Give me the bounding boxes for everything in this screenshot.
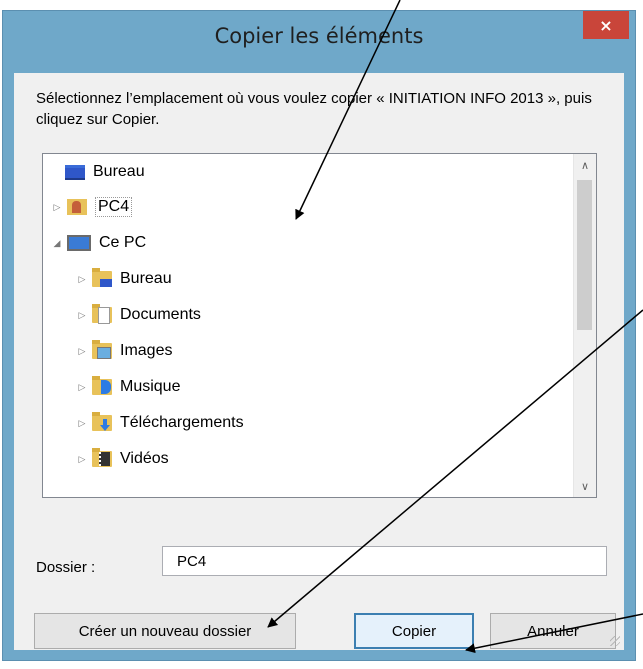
tree-item-images[interactable]: ▷ Images <box>76 337 172 365</box>
scrollbar-thumb[interactable] <box>577 180 592 330</box>
tree-item-label: Musique <box>120 378 181 395</box>
scroll-up-button[interactable]: ∧ <box>574 154 596 176</box>
tree-item-label: PC4 <box>95 197 133 217</box>
tree-item-ce-pc[interactable]: ◢ Ce PC <box>51 229 146 257</box>
dialog-body: Sélectionnez l’emplacement où vous voule… <box>14 73 624 650</box>
tree-item-videos[interactable]: ▷ Vidéos <box>76 445 169 473</box>
close-button[interactable]: × <box>583 11 629 39</box>
tree-item-musique[interactable]: ▷ Musique <box>76 373 180 401</box>
desktop-icon <box>65 164 85 180</box>
expand-arrow-icon[interactable]: ▷ <box>76 382 88 393</box>
title-bar[interactable]: Copier les éléments × <box>3 11 635 71</box>
desktop-folder-icon <box>92 268 112 287</box>
pictures-folder-icon <box>92 340 112 359</box>
downloads-folder-icon <box>92 412 112 431</box>
instructions-text: Sélectionnez l’emplacement où vous voule… <box>36 90 592 128</box>
tree-item-documents[interactable]: ▷ Documents <box>76 301 201 329</box>
documents-folder-icon <box>92 304 112 324</box>
tree-item-label: Téléchargements <box>120 414 244 431</box>
tree-item-label: Images <box>120 342 173 359</box>
scroll-down-button[interactable]: ∨ <box>574 475 596 497</box>
expand-arrow-icon[interactable]: ▷ <box>76 274 88 285</box>
tree-item-pc4[interactable]: ▷ PC4 <box>51 193 133 221</box>
collapse-arrow-icon[interactable]: ◢ <box>51 238 63 249</box>
new-folder-button[interactable]: Créer un nouveau dossier <box>34 613 296 649</box>
copy-button[interactable]: Copier <box>354 613 474 649</box>
resize-grip[interactable] <box>610 636 620 646</box>
folder-name-input[interactable] <box>162 546 607 576</box>
folder-tree[interactable]: Bureau ▷ PC4 ◢ Ce PC ▷ Bureau ▷ Document… <box>42 153 597 498</box>
tree-item-bureau[interactable]: ▷ Bureau <box>76 265 172 293</box>
tree-item-bureau-root[interactable]: Bureau <box>61 158 145 186</box>
expand-arrow-icon[interactable]: ▷ <box>76 346 88 357</box>
expand-arrow-icon[interactable]: ▷ <box>76 418 88 429</box>
folder-label: Dossier : <box>36 559 96 576</box>
cancel-button[interactable]: Annuler <box>490 613 616 649</box>
videos-folder-icon <box>92 448 112 467</box>
chevron-down-icon: ∨ <box>580 479 590 493</box>
copy-dialog: Copier les éléments × Sélectionnez l’emp… <box>2 10 636 661</box>
tree-item-label: Bureau <box>120 270 172 287</box>
tree-content: Bureau ▷ PC4 ◢ Ce PC ▷ Bureau ▷ Document… <box>43 154 574 497</box>
music-folder-icon <box>92 376 112 395</box>
computer-icon <box>67 235 91 251</box>
expand-arrow-icon[interactable]: ▷ <box>51 202 63 213</box>
tree-item-label: Documents <box>120 306 201 323</box>
expand-arrow-icon[interactable]: ▷ <box>76 454 88 465</box>
chevron-up-icon: ∧ <box>580 158 590 172</box>
user-folder-icon <box>67 199 87 215</box>
expand-arrow-icon[interactable]: ▷ <box>76 310 88 321</box>
vertical-scrollbar[interactable]: ∧ ∨ <box>573 154 596 497</box>
tree-item-label: Bureau <box>93 163 145 180</box>
tree-item-label: Ce PC <box>99 234 147 251</box>
tree-item-label: Vidéos <box>120 450 169 467</box>
tree-item-telechargements[interactable]: ▷ Téléchargements <box>76 409 244 437</box>
dialog-title: Copier les éléments <box>214 24 424 48</box>
close-icon: × <box>599 15 613 35</box>
